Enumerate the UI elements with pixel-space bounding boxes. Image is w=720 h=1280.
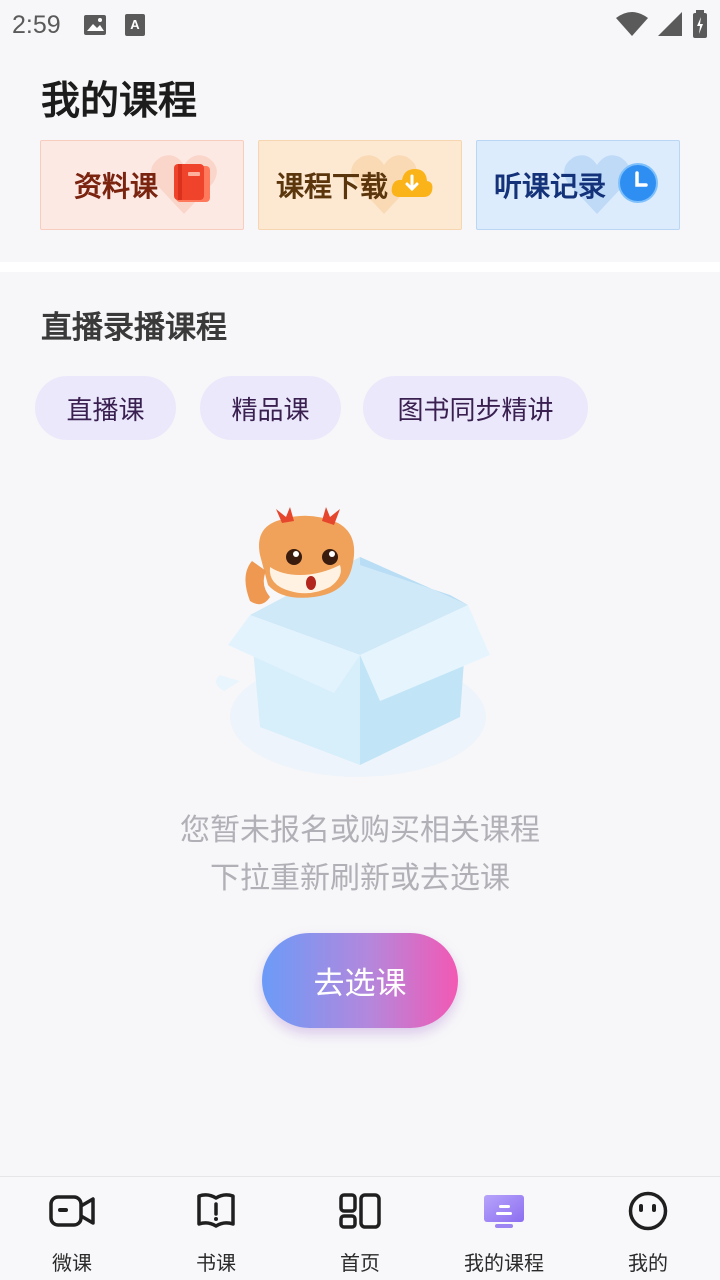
quick-cards: 资料课 课程下载 听课记录 [40,140,680,230]
section-divider [0,262,720,272]
card-course-download[interactable]: 课程下载 [258,140,462,230]
book-open-icon [196,1191,236,1231]
svg-text:A: A [130,17,140,32]
chip-book-sync-course[interactable]: 图书同步精讲 [363,376,588,440]
status-bar: 2:59 A [0,0,720,50]
wifi-icon [616,12,648,42]
video-camera-icon [49,1191,95,1231]
signal-icon [658,12,682,42]
monitor-icon [483,1191,525,1231]
card-listening-history[interactable]: 听课记录 [476,140,680,230]
clock-icon [618,163,659,207]
empty-message-line2: 下拉重新刷新或去选课 [210,861,510,896]
book-icon [172,162,212,208]
nav-item-book-course[interactable]: 书课 [144,1177,288,1280]
empty-state-illustration [210,505,500,785]
bottom-nav: 微课 书课 首页 我的课程 我的 [0,1176,720,1280]
card-label: 听课记录 [494,170,607,203]
image-icon [83,14,107,36]
empty-message-line1: 您暂未报名或购买相关课程 [180,813,540,848]
nav-label: 我的 [628,1251,668,1275]
card-label: 课程下载 [276,170,389,203]
nav-item-me[interactable]: 我的 [576,1177,720,1280]
page-title: 我的课程 [41,79,198,124]
nav-label: 首页 [340,1251,380,1275]
nav-item-micro-course[interactable]: 微课 [0,1177,144,1280]
nav-label: 书课 [196,1251,236,1275]
chip-premium-course[interactable]: 精品课 [200,376,341,440]
nav-label: 微课 [52,1251,92,1275]
a-icon: A [124,14,145,36]
section-title: 直播录播课程 [41,310,227,346]
download-icon [390,165,434,205]
status-time: 2:59 [12,10,61,39]
nav-item-home[interactable]: 首页 [288,1177,432,1280]
card-label: 资料课 [74,170,159,203]
home-grid-icon [339,1191,381,1231]
battery-icon [692,10,708,44]
card-materials-course[interactable]: 资料课 [40,140,244,230]
select-course-button[interactable]: 去选课 [262,933,458,1028]
chip-live-course[interactable]: 直播课 [35,376,176,440]
nav-item-my-courses[interactable]: 我的课程 [432,1177,576,1280]
nav-label: 我的课程 [464,1251,544,1275]
smiley-icon [628,1191,668,1231]
